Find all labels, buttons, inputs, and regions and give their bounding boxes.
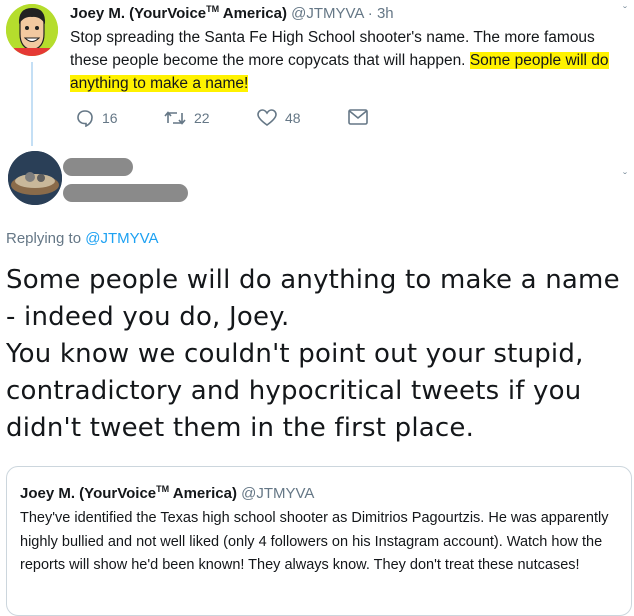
replying-handle-link[interactable]: @JTMYVA [85, 230, 158, 247]
quoted-author-name-text: Joey M. (YourVoice [20, 485, 157, 502]
reply-text-line: Some people will do anything to make a n… [6, 265, 620, 332]
separator-dot: · [367, 5, 373, 22]
avatar[interactable] [8, 151, 62, 205]
avatar-photo-icon [8, 151, 62, 205]
author-name-suffix: America) [219, 5, 287, 22]
tweet-header: Joey M. (YourVoiceTM America) @JTMYVA · … [70, 4, 394, 22]
author-name[interactable]: Joey M. (YourVoiceTM America) [70, 4, 287, 22]
envelope-icon [348, 109, 368, 125]
redacted-handle [63, 184, 188, 202]
reply-text-line: You know we couldn't point out your stup… [6, 339, 584, 443]
redacted-name [63, 158, 133, 176]
quoted-author-name: Joey M. (YourVoiceTM America) [20, 484, 237, 502]
heart-icon [257, 109, 277, 126]
quoted-tweet-text: They've identified the Texas high school… [20, 510, 609, 573]
like-button[interactable]: 48 [257, 109, 301, 127]
author-handle[interactable]: @JTMYVA [291, 5, 363, 22]
retweet-button[interactable]: 22 [164, 109, 210, 127]
like-count: 48 [285, 110, 301, 126]
chevron-down-icon[interactable]: ˇ [623, 4, 627, 18]
cartoon-face-icon [6, 4, 58, 56]
reply-count: 16 [102, 110, 118, 126]
quoted-tweet-header: Joey M. (YourVoiceTM America) @JTMYVA [20, 484, 314, 502]
direct-message-button[interactable] [348, 109, 368, 125]
trademark-mark: TM [156, 484, 170, 494]
author-name-text: Joey M. (YourVoice [70, 5, 207, 22]
trademark-mark: TM [206, 4, 220, 14]
reply-text: Some people will do anything to make a n… [6, 262, 634, 447]
chevron-down-icon[interactable]: ˇ [623, 170, 627, 184]
reply-button[interactable]: 16 [76, 109, 118, 127]
tweet-text: Stop spreading the Santa Fe High School … [70, 26, 634, 95]
thread-connector-line [31, 62, 33, 146]
reply-icon [77, 110, 93, 127]
retweet-count: 22 [194, 110, 210, 126]
retweet-icon [164, 111, 186, 125]
replying-to: Replying to @JTMYVA [6, 230, 159, 247]
quoted-author-name-suffix: America) [169, 485, 237, 502]
timestamp[interactable]: 3h [377, 5, 394, 22]
avatar[interactable] [6, 4, 58, 56]
replying-prefix: Replying to [6, 230, 86, 247]
quoted-author-handle: @JTMYVA [241, 485, 315, 502]
